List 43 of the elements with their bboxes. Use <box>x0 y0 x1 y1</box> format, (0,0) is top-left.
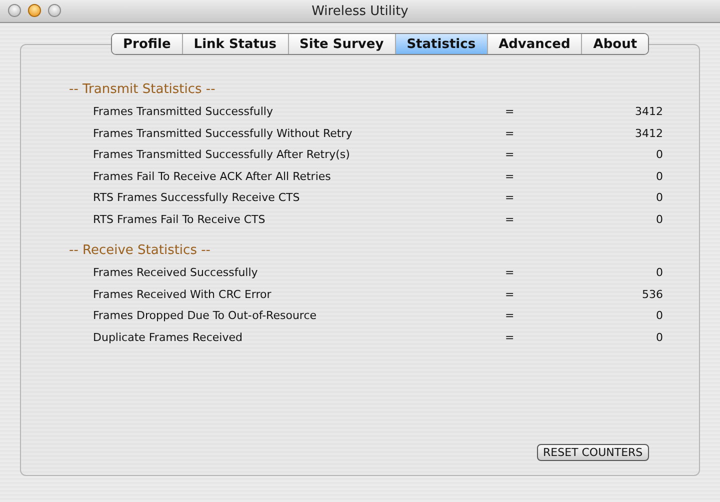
tab[interactable]: Site Survey <box>288 34 396 54</box>
equals-sign: = <box>505 330 516 344</box>
stat-label: Frames Dropped Due To Out-of-Resource <box>92 309 318 322</box>
equals-sign: = <box>505 266 516 280</box>
stat-value: 0 <box>655 330 663 344</box>
equals-sign: = <box>505 170 516 183</box>
zoom-icon[interactable] <box>48 4 61 17</box>
stat-value: 3412 <box>634 105 663 118</box>
stat-value: 536 <box>641 288 663 301</box>
stat-value: 0 <box>655 212 663 226</box>
equals-sign: = <box>505 105 516 118</box>
equals-sign: = <box>505 148 516 162</box>
tab[interactable]: Advanced <box>488 34 582 54</box>
stat-label: RTS Frames Successfully Receive CTS <box>92 191 301 204</box>
tab[interactable]: Link Status <box>182 34 289 54</box>
stat-value: 0 <box>655 170 663 183</box>
stat-label: RTS Frames Fail To Receive CTS <box>92 212 266 226</box>
window-title: Wireless Utility <box>312 4 408 18</box>
tab[interactable]: Statistics <box>396 34 488 54</box>
reset-counters-button[interactable]: RESET COUNTERS <box>537 444 649 461</box>
stat-label: Frames Received With CRC Error <box>92 288 272 301</box>
stat-value: 0 <box>655 191 663 204</box>
section-heading: -- Transmit Statistics -- <box>69 82 216 97</box>
stat-label: Frames Transmitted Successfully <box>92 105 274 118</box>
equals-sign: = <box>505 191 516 204</box>
stat-label: Frames Transmitted Successfully Without Retry <box>92 126 354 140</box>
section-heading: -- Receive Statistics -- <box>69 243 212 258</box>
tab[interactable]: Profile <box>112 34 183 54</box>
stat-value: 3412 <box>634 126 663 140</box>
equals-sign: = <box>505 126 516 140</box>
stat-value: 0 <box>655 309 663 322</box>
tab[interactable]: About <box>582 34 648 54</box>
stat-value: 0 <box>655 148 663 162</box>
stat-label: Duplicate Frames Received <box>92 330 244 344</box>
close-icon[interactable] <box>8 4 21 17</box>
stat-label: Frames Fail To Receive ACK After All Retries <box>92 170 332 183</box>
minimize-icon[interactable] <box>28 4 41 17</box>
equals-sign: = <box>505 288 516 301</box>
stat-label: Frames Transmitted Successfully After Retry(s) <box>92 148 351 162</box>
stat-value: 0 <box>655 266 663 280</box>
equals-sign: = <box>505 309 516 322</box>
equals-sign: = <box>505 212 516 226</box>
stat-label: Frames Received Successfully <box>92 266 259 280</box>
